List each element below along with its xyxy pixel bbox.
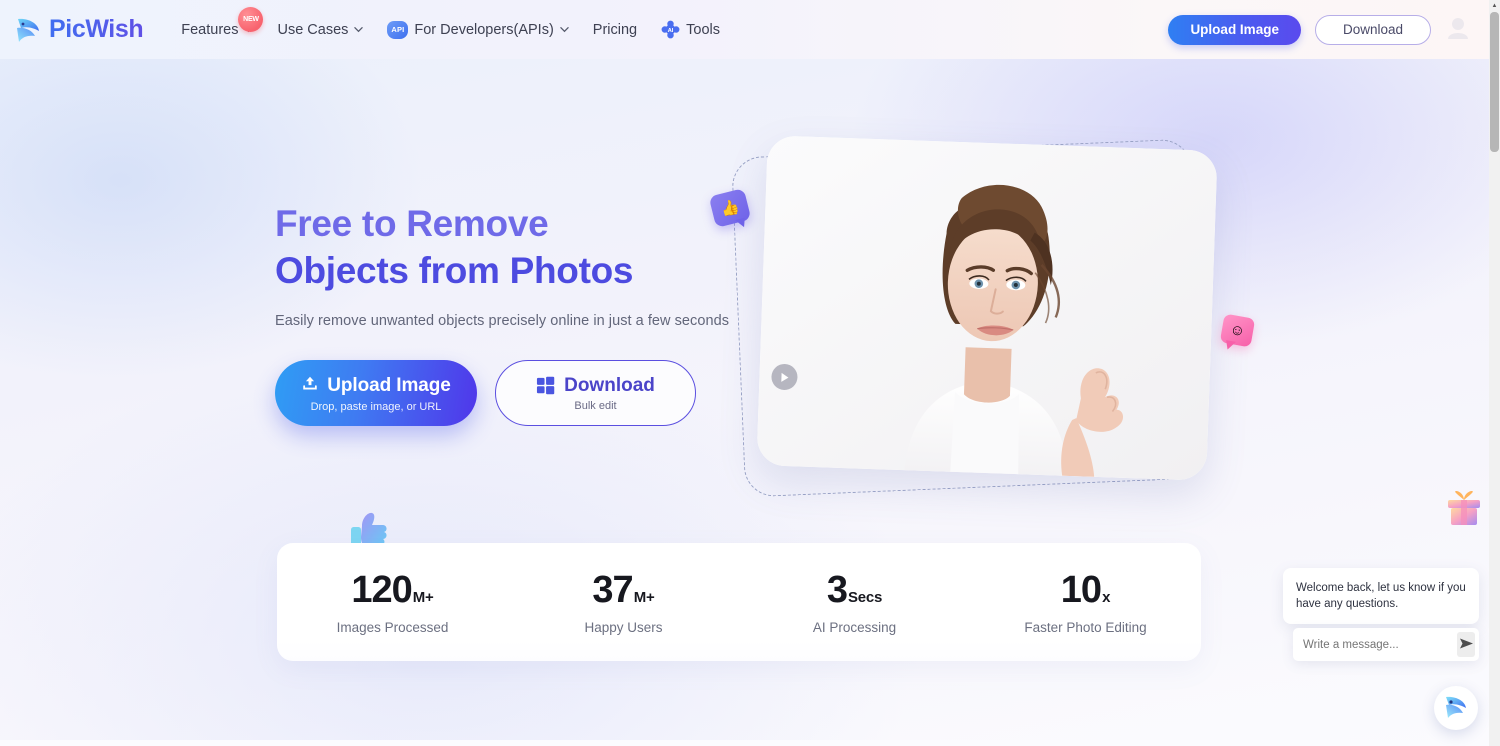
- stat-unit: M+: [412, 589, 434, 606]
- stat-value: 120: [351, 569, 412, 611]
- stat-label: Faster Photo Editing: [1024, 620, 1147, 635]
- hero-download-button[interactable]: Download Bulk edit: [495, 360, 696, 426]
- scroll-up-arrow-icon[interactable]: ▲: [1489, 0, 1500, 11]
- stat-label: Images Processed: [336, 620, 449, 635]
- stat-unit: x: [1102, 589, 1111, 606]
- stat-value: 3: [826, 569, 848, 611]
- stat-label: Happy Users: [584, 620, 663, 635]
- nav-item-features[interactable]: Features NEW: [169, 6, 265, 44]
- user-avatar-icon[interactable]: [1445, 14, 1471, 45]
- nav-upload-image-button[interactable]: Upload Image: [1168, 14, 1301, 45]
- chat-input-bar: [1293, 628, 1479, 661]
- nav-item-use-cases[interactable]: Use Cases: [265, 16, 375, 44]
- picwish-bird-logo-icon: [14, 15, 42, 45]
- page-root: PicWish Features NEW Use Cases API For D…: [0, 0, 1500, 746]
- gift-box-icon[interactable]: [1444, 487, 1484, 529]
- brand-logo[interactable]: PicWish: [14, 15, 144, 45]
- stat-number-row: 37 M+: [592, 569, 654, 612]
- nav-label: Use Cases: [277, 21, 349, 38]
- chat-send-button[interactable]: [1457, 632, 1475, 657]
- page-title: Free to Remove Objects from Photos: [275, 200, 729, 294]
- windows-icon: [536, 376, 555, 395]
- nav-label: Pricing: [592, 21, 638, 38]
- stat-value: 10: [1060, 569, 1102, 611]
- nav-download-button[interactable]: Download: [1314, 14, 1431, 45]
- nav-item-pricing[interactable]: Pricing: [581, 16, 649, 44]
- hero-upload-image-button[interactable]: Upload Image Drop, paste image, or URL: [275, 360, 477, 426]
- svg-text:AI: AI: [668, 28, 674, 34]
- stat-number-row: 10 x: [1060, 569, 1111, 612]
- stats-card: 120 M+ Images Processed 37 M+ Happy User…: [277, 543, 1201, 661]
- nav-actions: Upload Image Download: [1168, 14, 1471, 45]
- chevron-down-icon: [354, 25, 364, 34]
- stat-label: AI Processing: [812, 620, 897, 635]
- brand-name: PicWish: [49, 15, 144, 43]
- top-navbar: PicWish Features NEW Use Cases API For D…: [0, 0, 1489, 59]
- download-button-title-row: Download: [536, 375, 655, 397]
- nav-menu: Features NEW Use Cases API For Developer…: [169, 6, 732, 45]
- upload-button-label: Upload Image: [327, 374, 451, 396]
- stat-unit: Secs: [847, 589, 883, 606]
- stat-item: 10 x Faster Photo Editing: [970, 569, 1201, 635]
- upload-icon: [301, 374, 319, 398]
- page-bottom-strip: [0, 740, 1489, 746]
- send-arrow-icon: [1459, 637, 1474, 653]
- upload-button-title-row: Upload Image: [301, 374, 451, 398]
- hero-subheadline: Easily remove unwanted objects precisely…: [275, 313, 729, 329]
- hero-photo: [756, 135, 1218, 481]
- headline-line-1: Free to Remove: [275, 203, 549, 244]
- stat-item: 120 M+ Images Processed: [277, 569, 508, 635]
- nav-label: Features: [181, 21, 239, 38]
- nav-label: Tools: [686, 21, 720, 38]
- chat-launcher-button[interactable]: [1434, 686, 1478, 730]
- stat-value: 37: [592, 569, 633, 611]
- ai-chip-icon: AI: [661, 20, 680, 39]
- hero-photo-card: [756, 135, 1218, 481]
- api-chip-icon: API: [387, 20, 409, 39]
- new-badge: NEW: [238, 6, 264, 32]
- stat-number-row: 120 M+: [351, 569, 433, 612]
- smiley-sticker: ☺: [1219, 313, 1256, 348]
- stat-item: 37 M+ Happy Users: [508, 569, 739, 635]
- chevron-down-icon: [560, 25, 569, 34]
- nav-item-tools[interactable]: AI Tools: [649, 14, 732, 45]
- stat-unit: M+: [633, 589, 655, 606]
- nav-item-for-developers[interactable]: API For Developers(APIs): [375, 15, 580, 45]
- scrollbar-thumb[interactable]: [1490, 12, 1499, 152]
- chat-message-input[interactable]: [1303, 638, 1457, 651]
- download-button-subtitle: Bulk edit: [574, 399, 617, 412]
- stat-item: 3 Secs AI Processing: [739, 569, 970, 635]
- headline-line-2: Objects from Photos: [275, 250, 634, 291]
- upload-button-subtitle: Drop, paste image, or URL: [310, 400, 442, 413]
- hero-cta-row: Upload Image Drop, paste image, or URL D…: [275, 360, 696, 426]
- download-button-label: Download: [564, 374, 655, 396]
- chat-welcome-message: Welcome back, let us know if you have an…: [1283, 568, 1479, 624]
- hero-visual: 👍 ☺: [708, 135, 1256, 508]
- stat-number-row: 3 Secs: [826, 569, 883, 612]
- browser-scrollbar[interactable]: ▲: [1489, 0, 1500, 746]
- nav-label: For Developers(APIs): [414, 21, 554, 38]
- hero-text-block: Free to Remove Objects from Photos Easil…: [275, 200, 729, 329]
- picwish-bird-logo-icon: [1442, 692, 1470, 725]
